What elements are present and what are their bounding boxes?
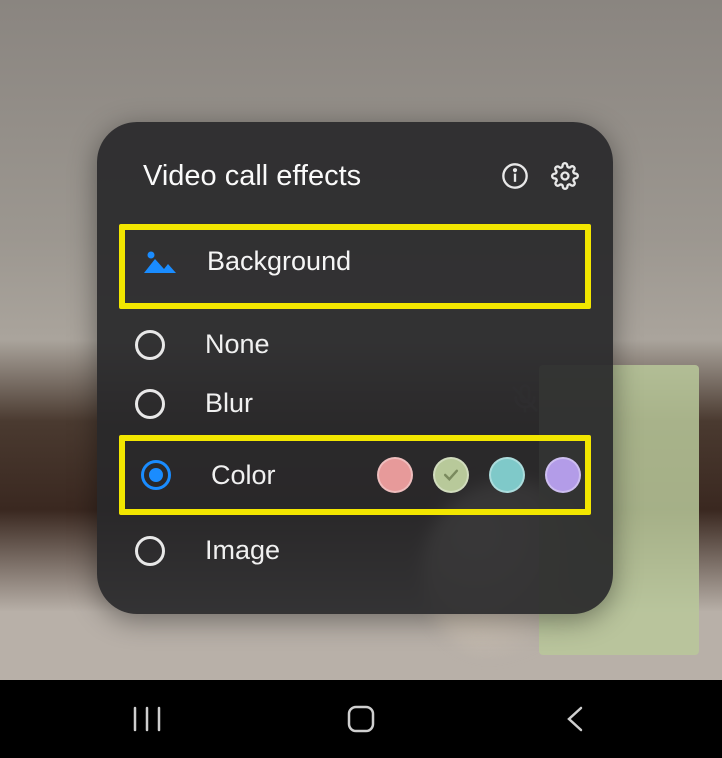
- option-none-label: None: [205, 329, 270, 360]
- swatch-1[interactable]: [377, 457, 413, 493]
- video-effects-panel: Video call effects Background: [97, 122, 613, 614]
- nav-recents[interactable]: [97, 691, 197, 747]
- gear-icon[interactable]: [545, 156, 585, 196]
- swatch-4[interactable]: [545, 457, 581, 493]
- image-icon: [139, 249, 179, 275]
- info-icon[interactable]: [495, 156, 535, 196]
- background-section-header[interactable]: Background: [129, 234, 581, 289]
- radio-blur[interactable]: [135, 389, 165, 419]
- option-image-label: Image: [205, 535, 280, 566]
- panel-title: Video call effects: [143, 160, 485, 193]
- option-image[interactable]: Image: [119, 521, 591, 580]
- swatch-2[interactable]: [433, 457, 469, 493]
- nav-back[interactable]: [525, 691, 625, 747]
- radio-image[interactable]: [135, 536, 165, 566]
- background-label: Background: [207, 246, 351, 277]
- swatch-3[interactable]: [489, 457, 525, 493]
- option-blur-label: Blur: [205, 388, 253, 419]
- radio-none[interactable]: [135, 330, 165, 360]
- option-color-label: Color: [211, 460, 276, 491]
- android-navbar: [0, 680, 722, 758]
- option-blur[interactable]: Blur: [119, 374, 591, 433]
- color-swatches: [377, 457, 585, 493]
- highlight-background-section: Background: [119, 224, 591, 309]
- highlight-color-option: Color: [119, 435, 591, 515]
- option-none[interactable]: None: [119, 315, 591, 374]
- option-color[interactable]: Color: [125, 443, 585, 507]
- radio-color[interactable]: [141, 460, 171, 490]
- nav-home[interactable]: [311, 691, 411, 747]
- panel-header: Video call effects: [119, 156, 591, 196]
